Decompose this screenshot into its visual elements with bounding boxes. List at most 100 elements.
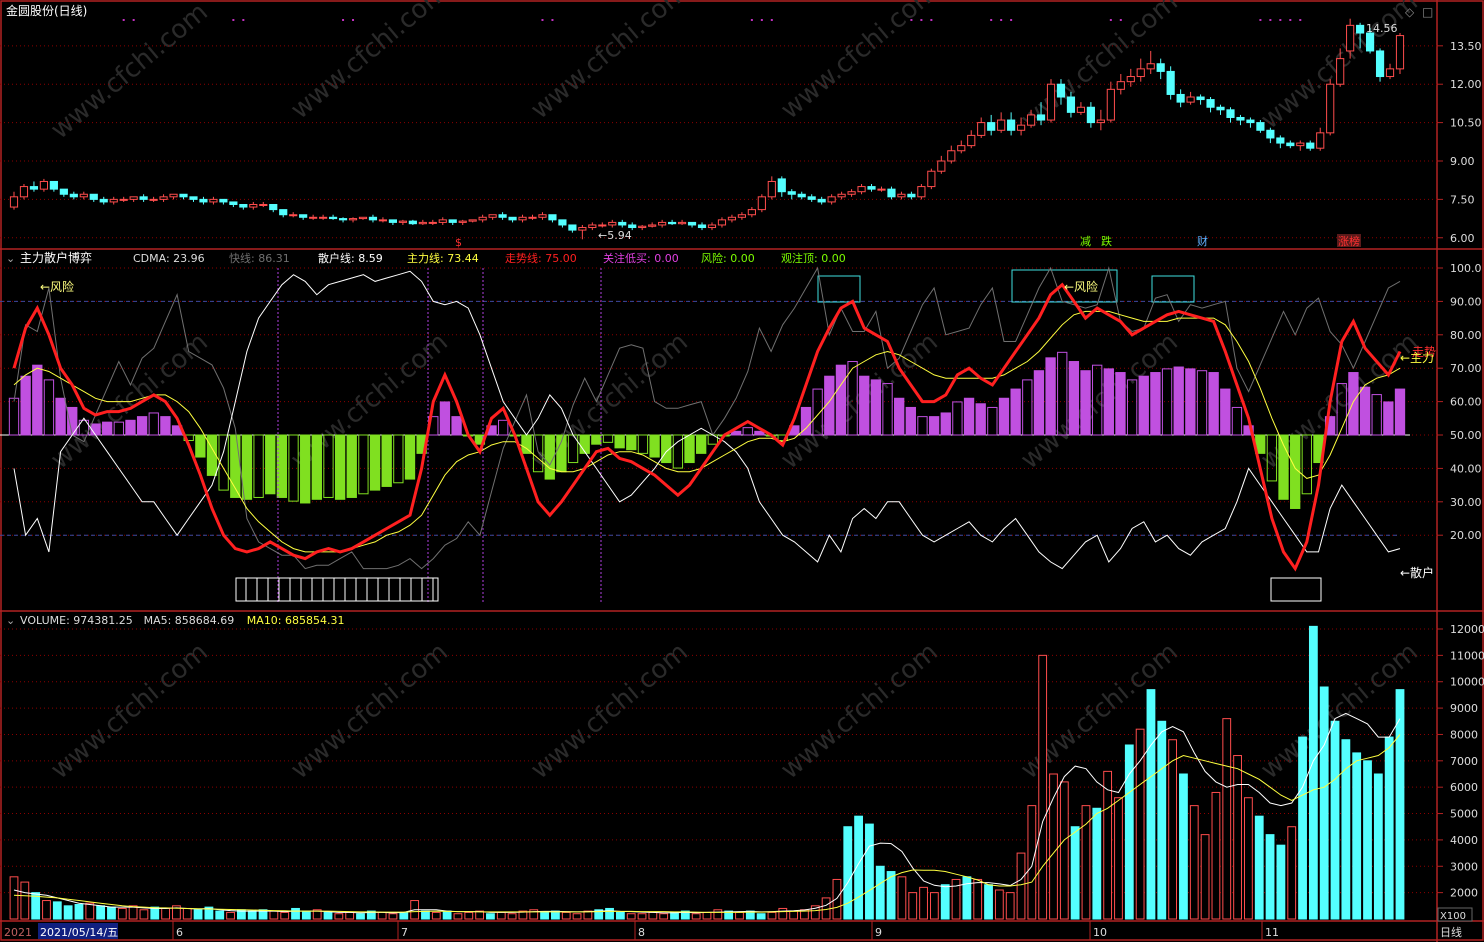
volume-bar — [1103, 770, 1113, 920]
marker-dot — [1279, 19, 1282, 21]
candle-body — [817, 198, 826, 203]
window-toggle-icon[interactable]: □ — [1422, 5, 1433, 19]
diamond-icon[interactable]: ◇ — [1405, 5, 1415, 19]
volume-legend-item: MA10: 685854.31 — [247, 614, 345, 627]
volume-bar — [1265, 834, 1275, 920]
candle-body — [1246, 119, 1255, 124]
main-force-bar — [1010, 388, 1021, 436]
volume-bar — [1092, 807, 1102, 920]
event-marker-drop[interactable]: 跌 — [1101, 234, 1112, 248]
indicator-legend-item: 散户线: 8.59 — [318, 251, 383, 265]
volume-tick-label: 5000 — [1450, 808, 1478, 821]
candle-body — [877, 188, 886, 191]
indicator-tick-label: 100.0 — [1450, 262, 1482, 275]
volume-bar — [161, 907, 170, 920]
volume-bar — [994, 889, 1004, 920]
main-force-bar — [148, 412, 159, 436]
candle-body — [29, 186, 39, 190]
retail-bar — [300, 434, 311, 504]
volume-collapse-icon[interactable]: ⌄ — [6, 614, 15, 627]
marker-dot — [920, 19, 923, 21]
candle-body — [827, 196, 836, 203]
volume-bar — [1319, 686, 1329, 920]
candle-body — [727, 216, 737, 221]
indicator-legend-item: CDMA: 23.96 — [133, 252, 205, 265]
event-marker-dollar[interactable]: $ — [455, 236, 462, 249]
candle-body — [1136, 68, 1145, 78]
volume-bar — [291, 907, 300, 920]
price-candles — [9, 18, 1405, 240]
candle-body — [159, 196, 168, 200]
candle-body — [149, 198, 158, 201]
candle-body — [129, 196, 138, 200]
volume-bar — [377, 911, 387, 920]
candle-body — [777, 178, 786, 193]
candle-body — [139, 196, 148, 200]
price-tick-label: 7.50 — [1450, 193, 1475, 206]
retail-bar — [334, 434, 346, 500]
event-marker-top-list[interactable]: 涨榜 — [1338, 234, 1360, 248]
marker-dot — [1010, 19, 1013, 21]
retail-bar — [696, 434, 707, 454]
candle-body — [179, 193, 188, 198]
indicator-legend-item: 主力线: 73.44 — [407, 251, 479, 265]
candle-body — [1017, 124, 1026, 131]
main-force-bar — [160, 416, 171, 436]
price-tick-label: 13.50 — [1450, 40, 1482, 53]
main-force-bar — [43, 379, 55, 436]
marker-dot — [770, 19, 773, 21]
volume-bar — [1298, 736, 1307, 920]
main-force-label: ←主力 — [1400, 351, 1434, 365]
retail-bar — [579, 434, 590, 454]
main-force-bar — [102, 421, 113, 436]
indicator-legend-item: 快线: 86.31 — [229, 251, 290, 265]
candle-body — [9, 196, 19, 208]
watermark: www.cfchi.com — [285, 0, 454, 125]
volume-bar — [1189, 805, 1199, 920]
month-label: 10 — [1093, 926, 1107, 939]
marker-dot — [760, 19, 763, 21]
volume-bar — [388, 913, 398, 920]
volume-bar — [973, 878, 983, 920]
indicator-tick-label: 90.00 — [1450, 295, 1482, 308]
volume-bar — [1049, 773, 1058, 920]
candle-body — [578, 227, 587, 231]
candle-body — [1176, 93, 1185, 103]
main-force-bar — [870, 379, 882, 436]
candle-body — [438, 219, 447, 223]
collapse-icon[interactable]: ⌄ — [6, 252, 15, 265]
volume-bar — [908, 892, 918, 920]
candle-body — [1316, 132, 1325, 149]
volume-bar — [821, 897, 831, 920]
candle-body — [977, 122, 986, 136]
candle-body — [1046, 83, 1056, 121]
volume-bar — [1373, 773, 1383, 920]
candle-body — [1226, 109, 1235, 118]
candle-body — [937, 160, 946, 172]
candle-body — [478, 216, 487, 221]
volume-bar — [1233, 755, 1242, 920]
candle-body — [309, 216, 318, 219]
candle-body — [588, 224, 597, 229]
volume-bar — [713, 909, 723, 920]
indicator-legend-item: 走势线: 75.00 — [505, 251, 577, 265]
event-marker-reduce[interactable]: 减 — [1080, 235, 1091, 248]
volume-bar — [334, 913, 344, 920]
candle-body — [468, 219, 477, 222]
volume-bar — [280, 911, 290, 920]
price-tick-label: 9.00 — [1450, 155, 1475, 168]
indicator-legend-item: 风险: 0.00 — [701, 251, 755, 265]
event-marker-finance[interactable]: 财 — [1197, 234, 1208, 248]
candle-body — [1216, 106, 1225, 111]
volume-bar — [442, 910, 452, 920]
indicator-tick-label: 30.00 — [1450, 496, 1482, 509]
indicator-legend-item: 关注低买: 0.00 — [603, 251, 679, 265]
volume-tick-label: 11000 — [1450, 649, 1484, 662]
watermark: www.cfchi.com — [525, 0, 694, 125]
candle-body — [907, 193, 916, 198]
volume-bar — [540, 911, 549, 920]
candle-body — [259, 203, 268, 206]
candle-body — [707, 224, 717, 229]
candle-body — [1256, 122, 1265, 131]
volume-bar — [929, 892, 939, 920]
